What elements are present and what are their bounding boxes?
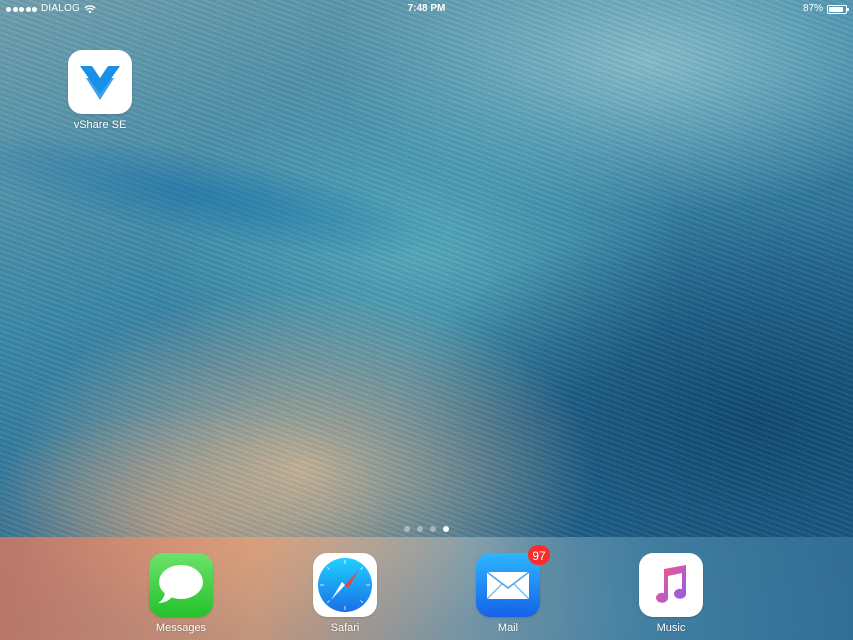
battery-percent: 87% bbox=[802, 3, 823, 14]
app-label: Mail bbox=[497, 622, 519, 634]
messages-icon[interactable] bbox=[149, 553, 213, 617]
music-icon[interactable] bbox=[639, 553, 703, 617]
app-label: Safari bbox=[330, 622, 360, 634]
vshare-icon[interactable] bbox=[68, 50, 132, 114]
status-time: 7:48 PM bbox=[407, 3, 446, 14]
dock: Messages Safari 97 Mail Music bbox=[0, 537, 853, 640]
battery-level-fill bbox=[829, 6, 843, 12]
page-dot-current[interactable] bbox=[443, 526, 449, 532]
dock-app-messages[interactable]: Messages bbox=[131, 553, 231, 634]
app-label: Music bbox=[656, 622, 686, 634]
safari-icon[interactable] bbox=[313, 553, 377, 617]
page-dot[interactable] bbox=[417, 526, 423, 532]
dock-app-music[interactable]: Music bbox=[621, 553, 721, 634]
app-label: vShare SE bbox=[73, 119, 127, 131]
app-vshare-se[interactable]: vShare SE bbox=[50, 50, 150, 131]
page-dot[interactable] bbox=[404, 526, 410, 532]
status-bar: DIALOG 7:48 PM 87% bbox=[0, 0, 853, 18]
dock-app-safari[interactable]: Safari bbox=[295, 553, 395, 634]
page-dot[interactable] bbox=[430, 526, 436, 532]
status-right: 87% bbox=[802, 0, 849, 18]
app-label: Messages bbox=[155, 622, 207, 634]
battery-icon bbox=[827, 4, 849, 14]
page-indicator[interactable] bbox=[0, 526, 853, 532]
dock-app-mail[interactable]: 97 Mail bbox=[458, 545, 558, 634]
mail-icon[interactable]: 97 bbox=[476, 545, 550, 617]
wallpaper-streak bbox=[0, 105, 464, 285]
mail-unread-badge: 97 bbox=[528, 545, 550, 565]
